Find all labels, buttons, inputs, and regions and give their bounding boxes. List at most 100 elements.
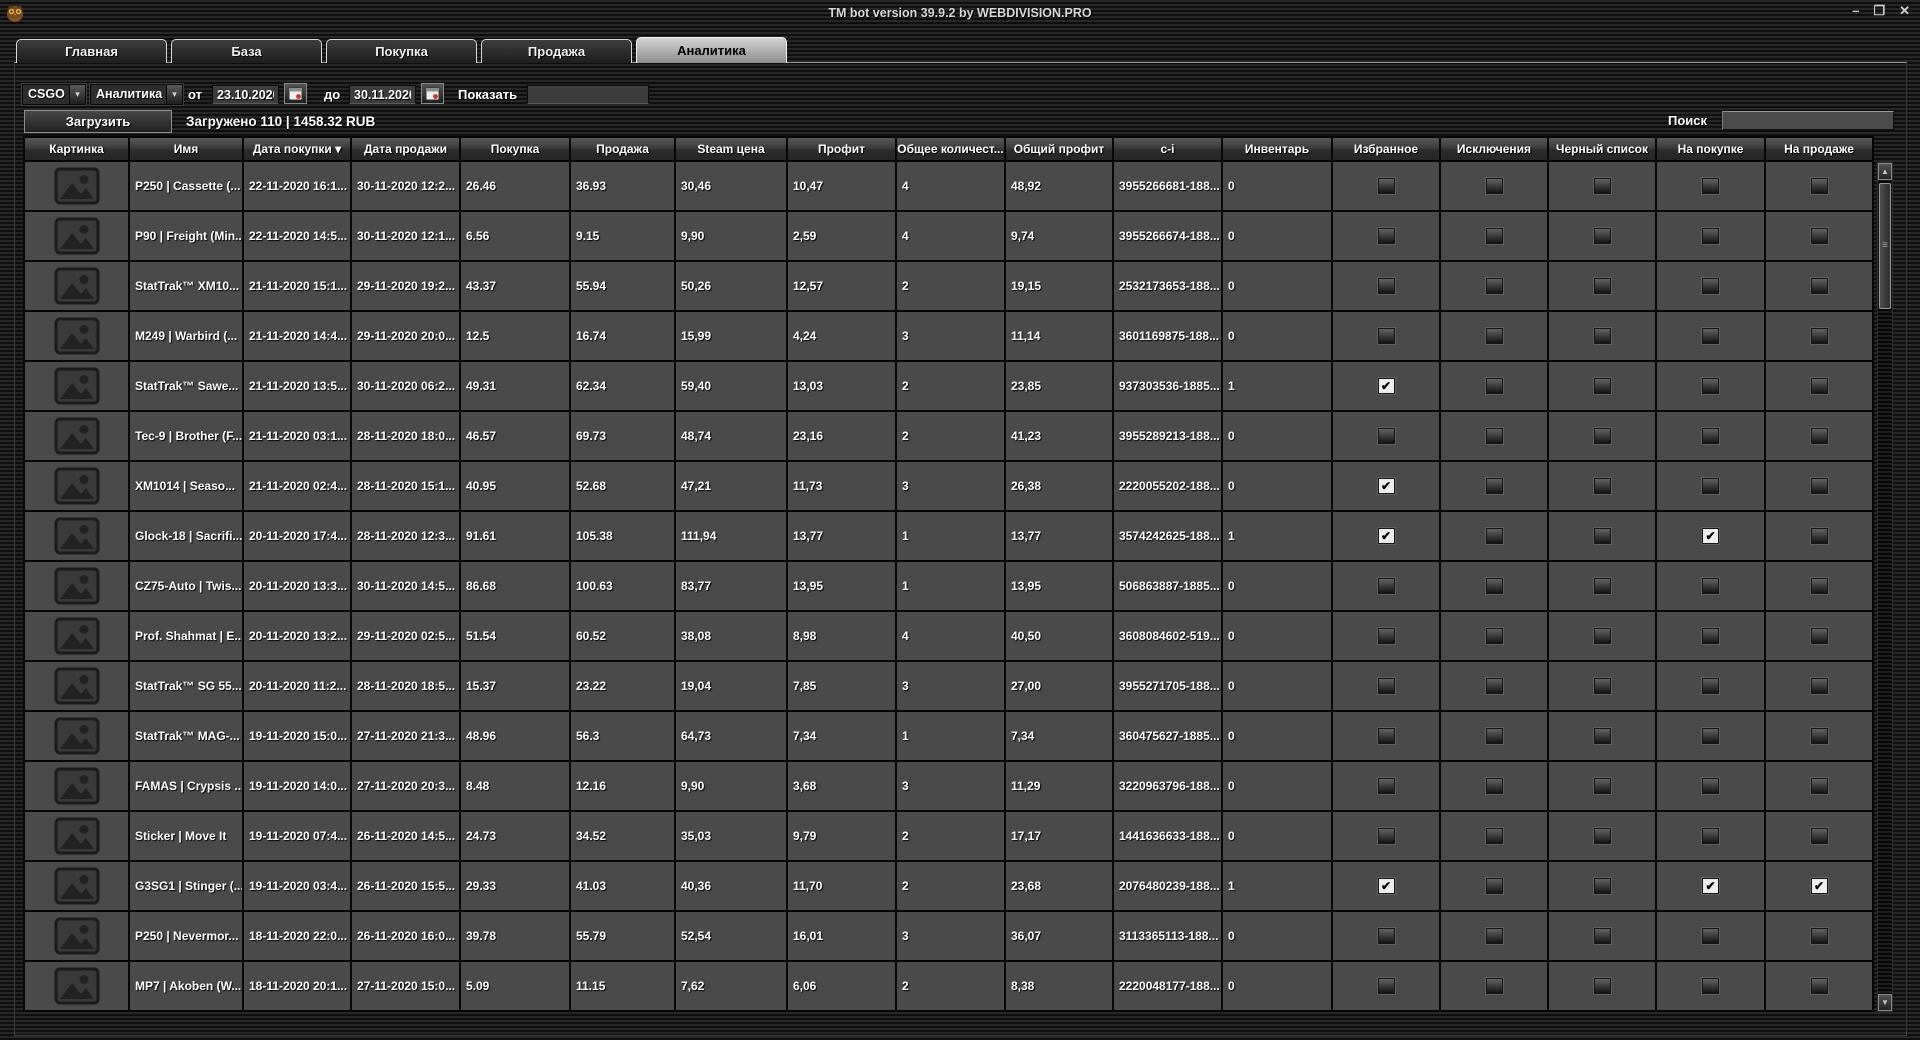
- load-button[interactable]: Загрузить: [24, 110, 172, 133]
- checkbox-selling[interactable]: [1810, 378, 1828, 394]
- checkbox-buying[interactable]: [1702, 728, 1719, 744]
- checkbox-buying[interactable]: ✔: [1702, 528, 1719, 544]
- checkbox-fav[interactable]: [1377, 828, 1395, 844]
- checkbox-blacklist[interactable]: [1593, 528, 1611, 544]
- checkbox-fav[interactable]: [1377, 578, 1395, 594]
- checkbox-buying[interactable]: [1702, 678, 1719, 694]
- checkbox-fav[interactable]: [1377, 278, 1395, 294]
- column-header-name[interactable]: Имя: [130, 136, 244, 162]
- filter-value-input[interactable]: [527, 85, 649, 104]
- tab-prodazha[interactable]: Продажа: [481, 39, 632, 63]
- checkbox-excl[interactable]: [1485, 728, 1503, 744]
- column-header-profit[interactable]: Профит: [788, 136, 897, 162]
- column-header-buy_date[interactable]: Дата покупки ▾: [244, 136, 352, 162]
- table-row[interactable]: CZ75-Auto | Twis... 20-11-2020 13:3... 30-…: [23, 562, 1874, 612]
- checkbox-fav[interactable]: [1377, 778, 1395, 794]
- close-button[interactable]: ✕: [1899, 4, 1910, 18]
- checkbox-excl[interactable]: [1485, 578, 1503, 594]
- checkbox-buying[interactable]: [1702, 478, 1719, 494]
- column-header-selling[interactable]: На продаже: [1766, 136, 1874, 162]
- checkbox-fav[interactable]: [1377, 428, 1395, 444]
- checkbox-selling[interactable]: [1810, 978, 1828, 994]
- checkbox-buying[interactable]: [1702, 828, 1719, 844]
- tab-baza[interactable]: База: [171, 39, 322, 63]
- table-row[interactable]: MP7 | Akoben (W... 18-11-2020 20:1... 27-1…: [23, 962, 1874, 1012]
- checkbox-excl[interactable]: [1485, 978, 1503, 994]
- checkbox-fav[interactable]: [1377, 978, 1395, 994]
- checkbox-blacklist[interactable]: [1593, 278, 1611, 294]
- checkbox-fav[interactable]: ✔: [1377, 478, 1395, 494]
- checkbox-fav[interactable]: ✔: [1377, 878, 1395, 894]
- checkbox-excl[interactable]: [1485, 928, 1503, 944]
- checkbox-blacklist[interactable]: [1593, 378, 1611, 394]
- checkbox-excl[interactable]: [1485, 828, 1503, 844]
- from-date-input[interactable]: [212, 85, 279, 104]
- minimize-button[interactable]: –: [1852, 4, 1859, 18]
- column-header-buy[interactable]: Покупка: [461, 136, 571, 162]
- tab-glavnaya[interactable]: Главная: [16, 39, 167, 63]
- checkbox-buying[interactable]: [1702, 278, 1719, 294]
- checkbox-buying[interactable]: [1702, 378, 1719, 394]
- column-header-buying[interactable]: На покупке: [1657, 136, 1766, 162]
- checkbox-selling[interactable]: [1810, 678, 1828, 694]
- tab-analitika[interactable]: Аналитика: [636, 37, 787, 63]
- checkbox-excl[interactable]: [1485, 228, 1503, 244]
- table-row[interactable]: StatTrak™ MAG-... 19-11-2020 15:0... 27-11…: [23, 712, 1874, 762]
- checkbox-selling[interactable]: [1810, 328, 1828, 344]
- checkbox-fav[interactable]: [1377, 678, 1395, 694]
- checkbox-excl[interactable]: [1485, 278, 1503, 294]
- table-row[interactable]: M249 | Warbird (... 21-11-2020 14:4... 29-…: [23, 312, 1874, 362]
- checkbox-blacklist[interactable]: [1593, 578, 1611, 594]
- checkbox-selling[interactable]: [1810, 828, 1828, 844]
- column-header-total_profit[interactable]: Общий профит: [1006, 136, 1114, 162]
- checkbox-selling[interactable]: [1810, 528, 1828, 544]
- checkbox-buying[interactable]: [1702, 778, 1719, 794]
- from-calendar-button[interactable]: [284, 83, 307, 104]
- column-header-image[interactable]: Картинка: [23, 136, 130, 162]
- checkbox-selling[interactable]: [1810, 278, 1828, 294]
- checkbox-excl[interactable]: [1485, 428, 1503, 444]
- checkbox-selling[interactable]: [1810, 228, 1828, 244]
- checkbox-blacklist[interactable]: [1593, 778, 1611, 794]
- column-header-fav[interactable]: Избранное: [1333, 136, 1441, 162]
- checkbox-blacklist[interactable]: [1593, 328, 1611, 344]
- checkbox-selling[interactable]: [1810, 928, 1828, 944]
- chevron-down-icon[interactable]: ▾: [166, 85, 182, 104]
- table-row[interactable]: FAMAS | Crypsis ... 19-11-2020 14:0... 27-…: [23, 762, 1874, 812]
- scrollbar-thumb[interactable]: ≡: [1879, 183, 1891, 309]
- table-row[interactable]: Glock-18 | Sacrifi... 20-11-2020 17:4... 2…: [23, 512, 1874, 562]
- table-row[interactable]: P250 | Cassette (... 22-11-2020 16:1... 30…: [23, 162, 1874, 212]
- checkbox-selling[interactable]: ✔: [1810, 878, 1828, 894]
- mode-select[interactable]: Аналитика ▾: [90, 84, 183, 105]
- table-row[interactable]: Prof. Shahmat | E... 20-11-2020 13:2... 29…: [23, 612, 1874, 662]
- vertical-scrollbar[interactable]: ▲ ≡ ▼: [1877, 162, 1893, 1012]
- checkbox-excl[interactable]: [1485, 328, 1503, 344]
- checkbox-excl[interactable]: [1485, 878, 1503, 894]
- table-row[interactable]: Tec-9 | Brother (F... 21-11-2020 03:1... 2…: [23, 412, 1874, 462]
- checkbox-fav[interactable]: [1377, 228, 1395, 244]
- show-button[interactable]: Показать: [458, 84, 517, 105]
- table-row[interactable]: G3SG1 | Stinger (... 19-11-2020 03:4... 26…: [23, 862, 1874, 912]
- to-date-input[interactable]: [349, 85, 416, 104]
- checkbox-blacklist[interactable]: [1593, 428, 1611, 444]
- game-select[interactable]: CSGO ▾: [22, 84, 86, 105]
- checkbox-blacklist[interactable]: [1593, 228, 1611, 244]
- checkbox-buying[interactable]: [1702, 178, 1719, 194]
- checkbox-buying[interactable]: [1702, 328, 1719, 344]
- checkbox-blacklist[interactable]: [1593, 828, 1611, 844]
- checkbox-fav[interactable]: [1377, 928, 1395, 944]
- table-row[interactable]: StatTrak™ SG 55... 20-11-2020 11:2... 28-1…: [23, 662, 1874, 712]
- checkbox-blacklist[interactable]: [1593, 728, 1611, 744]
- column-header-qty[interactable]: Общее количест...: [897, 136, 1006, 162]
- table-row[interactable]: StatTrak™ XM10... 21-11-2020 15:1... 29-11…: [23, 262, 1874, 312]
- checkbox-selling[interactable]: [1810, 628, 1828, 644]
- checkbox-selling[interactable]: [1810, 478, 1828, 494]
- checkbox-fav[interactable]: ✔: [1377, 378, 1395, 394]
- checkbox-excl[interactable]: [1485, 478, 1503, 494]
- checkbox-fav[interactable]: [1377, 178, 1395, 194]
- search-input[interactable]: [1722, 111, 1894, 130]
- checkbox-fav[interactable]: [1377, 628, 1395, 644]
- checkbox-selling[interactable]: [1810, 778, 1828, 794]
- maximize-button[interactable]: ❐: [1873, 4, 1885, 18]
- checkbox-fav[interactable]: [1377, 728, 1395, 744]
